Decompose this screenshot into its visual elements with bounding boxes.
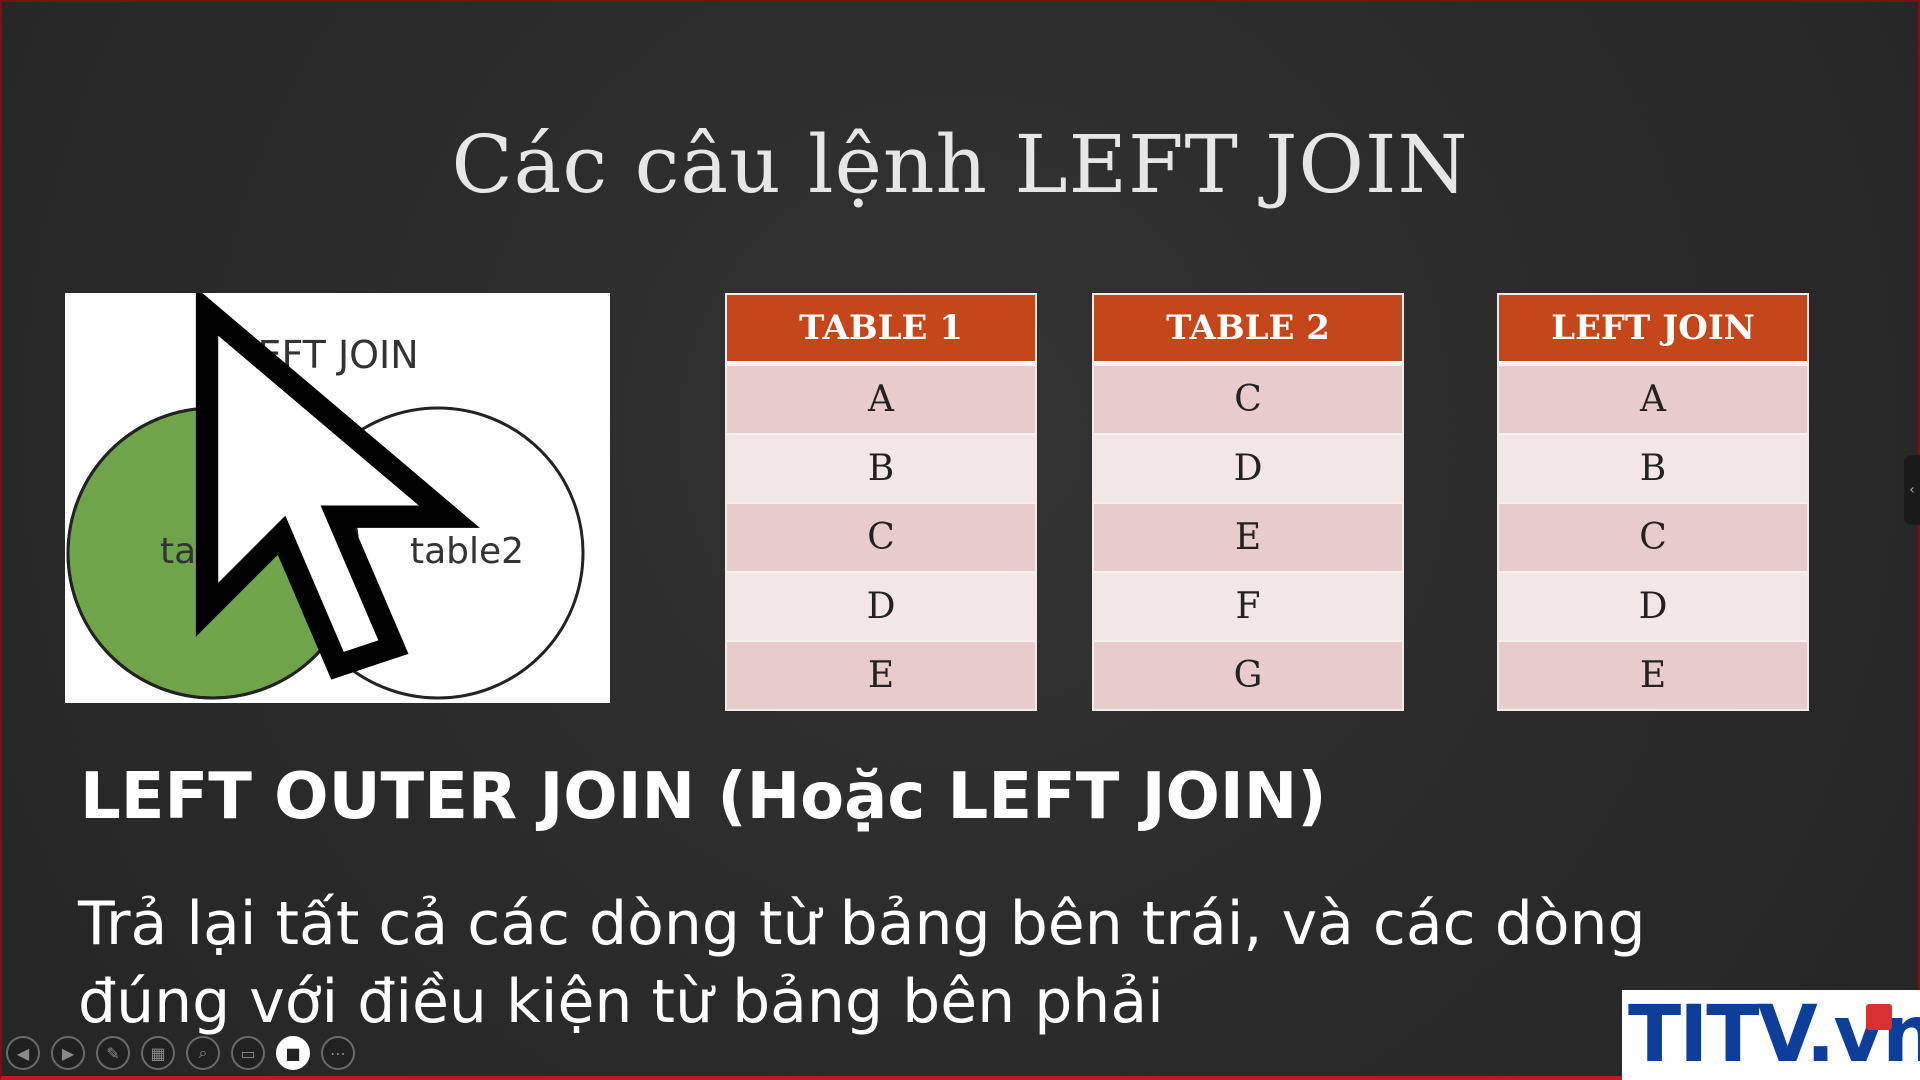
- slide-title: Các câu lệnh LEFT JOIN: [451, 118, 1469, 211]
- table-row: D: [1499, 571, 1807, 640]
- next-icon: ▶: [61, 1043, 75, 1063]
- table-1: TABLE 1 A B C D E: [725, 293, 1037, 711]
- table-row: F: [1094, 571, 1402, 640]
- slide-heading: LEFT OUTER JOIN (Hoặc LEFT JOIN): [80, 760, 1327, 834]
- slides-grid-icon: ▦: [150, 1043, 166, 1063]
- table-2: TABLE 2 C D E F G: [1092, 293, 1404, 711]
- table-row: C: [1499, 502, 1807, 571]
- left-join-table-header: LEFT JOIN: [1499, 295, 1807, 364]
- pen-icon: ✎: [106, 1043, 120, 1063]
- table-row: D: [1094, 433, 1402, 502]
- table-row: E: [1094, 502, 1402, 571]
- table-row: E: [1499, 640, 1807, 709]
- pen-tool-button[interactable]: ✎: [96, 1036, 130, 1070]
- subtitles-icon: ▭: [240, 1043, 256, 1063]
- zoom-icon: ⌕: [198, 1043, 208, 1062]
- titv-logo: TITV.vn: [1622, 990, 1920, 1080]
- slideshow-controls: ◀ ▶ ✎ ▦ ⌕ ▭ ■ ⋯: [6, 1036, 355, 1070]
- subtitles-button[interactable]: ▭: [231, 1036, 265, 1070]
- table-row: B: [1499, 433, 1807, 502]
- table-2-header: TABLE 2: [1094, 295, 1402, 364]
- table-row: A: [727, 364, 1035, 433]
- table-row: E: [727, 640, 1035, 709]
- previous-icon: ◀: [16, 1043, 30, 1063]
- table-row: A: [1499, 364, 1807, 433]
- camera-toggle-button[interactable]: ■: [276, 1036, 310, 1070]
- camera-icon: ■: [285, 1043, 301, 1063]
- left-join-result-table: LEFT JOIN A B C D E: [1497, 293, 1809, 711]
- see-all-slides-button[interactable]: ▦: [141, 1036, 175, 1070]
- previous-slide-button[interactable]: ◀: [6, 1036, 40, 1070]
- side-panel-toggle[interactable]: ‹: [1904, 455, 1920, 525]
- logo-badge-icon: [1866, 1004, 1892, 1030]
- table-1-header: TABLE 1: [727, 295, 1035, 364]
- more-options-button[interactable]: ⋯: [321, 1036, 355, 1070]
- slide-description: Trả lại tất cả các dòng từ bảng bên trái…: [78, 889, 1646, 1037]
- next-slide-button[interactable]: ▶: [51, 1036, 85, 1070]
- table-row: C: [727, 502, 1035, 571]
- table-row: B: [727, 433, 1035, 502]
- table-row: C: [1094, 364, 1402, 433]
- zoom-button[interactable]: ⌕: [186, 1036, 220, 1070]
- table-row: D: [727, 571, 1035, 640]
- chevron-left-icon: ‹: [1909, 482, 1915, 498]
- more-icon: ⋯: [330, 1043, 346, 1063]
- table-row: G: [1094, 640, 1402, 709]
- mouse-cursor-icon: [195, 293, 480, 680]
- venn-diagram: LEFT JOIN table1 table2: [65, 293, 610, 703]
